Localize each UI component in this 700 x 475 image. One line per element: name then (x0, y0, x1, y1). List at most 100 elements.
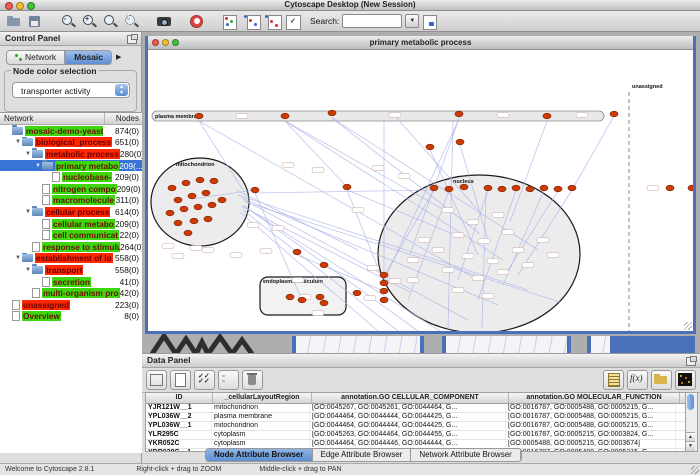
search-options-icon[interactable] (422, 14, 439, 29)
zoom-fit-icon[interactable]: ▫ (123, 14, 140, 29)
tree-row[interactable]: multi-organism pro42(0) (0, 287, 142, 299)
expand-arrow-icon[interactable]: ▼ (34, 163, 42, 169)
save-icon[interactable] (27, 14, 44, 29)
node-label-box[interactable] (292, 278, 304, 283)
node[interactable] (554, 186, 562, 192)
edge[interactable] (572, 116, 614, 190)
window-resize-grip-icon[interactable] (684, 322, 692, 330)
network-canvas[interactable]: plasma membranemitochondrionnucleusendop… (148, 50, 693, 331)
create-new-attribute-icon[interactable] (170, 370, 191, 390)
node-label-box[interactable] (482, 294, 494, 299)
network-graph[interactable]: plasma membranemitochondrionnucleusendop… (148, 50, 693, 331)
node[interactable] (190, 218, 198, 224)
delete-attribute-icon[interactable] (242, 370, 263, 390)
import-network-icon[interactable] (243, 14, 260, 29)
annotation-notes-icon[interactable] (603, 370, 624, 390)
tree-row[interactable]: ▼primary metabo209(... (0, 160, 142, 172)
table-row[interactable]: YPL036W__1mitochondrion[GO:0044464, GO:0… (146, 422, 685, 431)
matrix-view-icon[interactable] (675, 370, 696, 390)
node[interactable] (320, 262, 328, 268)
tab-edge-attribute-browser[interactable]: Edge Attribute Browser (313, 449, 412, 461)
table-row[interactable]: YJR121W__1mitochondrion[GO:0045267, GO:0… (146, 404, 685, 413)
node-label-box[interactable] (487, 259, 499, 264)
node[interactable] (455, 111, 463, 117)
node-label-box[interactable] (432, 248, 444, 253)
expand-arrow-icon[interactable]: ▼ (24, 267, 32, 273)
node-label-box[interactable] (472, 276, 484, 281)
table-column-header[interactable]: annotation.GO CELLULAR_COMPONENT (312, 393, 509, 403)
node[interactable] (460, 184, 468, 190)
search-dropdown-arrow-icon[interactable]: ▼ (405, 14, 419, 28)
scroll-down-icon[interactable]: ▼ (686, 441, 695, 451)
node[interactable] (218, 197, 226, 203)
node[interactable] (281, 113, 289, 119)
node[interactable] (286, 294, 294, 300)
node-label-box[interactable] (260, 249, 272, 254)
node-label-box[interactable] (537, 238, 549, 243)
node[interactable] (182, 180, 190, 186)
unify-attribute-icon[interactable]: ▫▫ (218, 370, 239, 390)
table-row[interactable]: YLR295Ccytoplasm[GO:0045263, GO:0044464,… (146, 431, 685, 440)
expand-arrow-icon[interactable]: ▼ (24, 151, 32, 157)
node[interactable] (666, 185, 674, 191)
background-window-titlebar[interactable] (610, 336, 695, 353)
tree-row[interactable]: ▼biological_process651(0) (0, 137, 142, 149)
node-label-box[interactable] (352, 208, 364, 213)
node[interactable] (180, 206, 188, 212)
node-label-box[interactable] (478, 239, 490, 244)
node[interactable] (328, 110, 336, 116)
snapshot-camera-icon[interactable] (156, 14, 173, 29)
node-label-box[interactable] (312, 311, 324, 316)
node-label-box[interactable] (452, 288, 464, 293)
node[interactable] (202, 190, 210, 196)
tree-row[interactable]: response to stimulu264(0) (0, 241, 142, 253)
tab-network-attribute-browser[interactable]: Network Attribute Browser (411, 449, 520, 461)
table-column-header[interactable]: ID (146, 393, 213, 403)
edge[interactable] (285, 121, 348, 188)
node-label-box[interactable] (522, 263, 534, 268)
scrollbar-thumb[interactable] (687, 394, 694, 410)
node-label-box[interactable] (442, 268, 454, 273)
node[interactable] (168, 185, 176, 191)
tab-node-attribute-browser[interactable]: Node Attribute Browser (206, 449, 313, 461)
network-view-window[interactable]: primary metabolic process plasma membran… (145, 36, 696, 334)
edge[interactable] (236, 190, 358, 250)
attribute-table[interactable]: ID_cellularLayoutRegionannotation.GO CEL… (145, 392, 686, 452)
help-lifesaver-icon[interactable] (189, 14, 206, 29)
node-label-box[interactable] (418, 238, 430, 243)
tree-row[interactable]: ▼transport558(0) (0, 264, 142, 276)
background-window[interactable] (292, 336, 424, 353)
node-label-box[interactable] (467, 220, 479, 225)
search-input[interactable] (342, 14, 402, 28)
node-color-dropdown[interactable]: transporter activity ▲▼ (12, 82, 130, 98)
node-label-box[interactable] (230, 253, 242, 258)
node[interactable] (380, 280, 388, 286)
export-network-icon[interactable] (264, 14, 281, 29)
select-attribute-list-icon[interactable]: ✓✓✓✓ (194, 370, 215, 390)
node-label-box[interactable] (452, 233, 464, 238)
node[interactable] (208, 202, 216, 208)
tree-row[interactable]: cell communicat22(0) (0, 229, 142, 241)
table-column-header[interactable]: annotation.GO MOLECULAR_FUNCTION (509, 393, 680, 403)
node-label-box[interactable] (442, 208, 454, 213)
node-label-box[interactable] (202, 248, 214, 253)
zoom-selected-icon[interactable] (102, 14, 119, 29)
expand-arrow-icon[interactable]: ▼ (14, 139, 22, 145)
node[interactable] (498, 186, 506, 192)
tree-row[interactable]: Overview8(0) (0, 311, 142, 323)
node[interactable] (430, 185, 438, 191)
node-label-box[interactable] (497, 113, 509, 118)
import-attributes-folder-icon[interactable] (651, 370, 672, 390)
node-label-box[interactable] (312, 168, 324, 173)
zoom-out-icon[interactable]: - (60, 14, 77, 29)
float-panel-icon[interactable] (127, 35, 137, 44)
tree-row[interactable]: ▼cellular process614(0) (0, 206, 142, 218)
node-label-box[interactable] (364, 296, 376, 301)
node-label-box[interactable] (647, 186, 659, 191)
node[interactable] (343, 184, 351, 190)
tab-mosaic[interactable]: Mosaic (65, 50, 112, 65)
node[interactable] (174, 220, 182, 226)
tree-row[interactable]: macromolecule311(0) (0, 195, 142, 207)
node[interactable] (196, 177, 204, 183)
node-label-box[interactable] (389, 113, 401, 118)
